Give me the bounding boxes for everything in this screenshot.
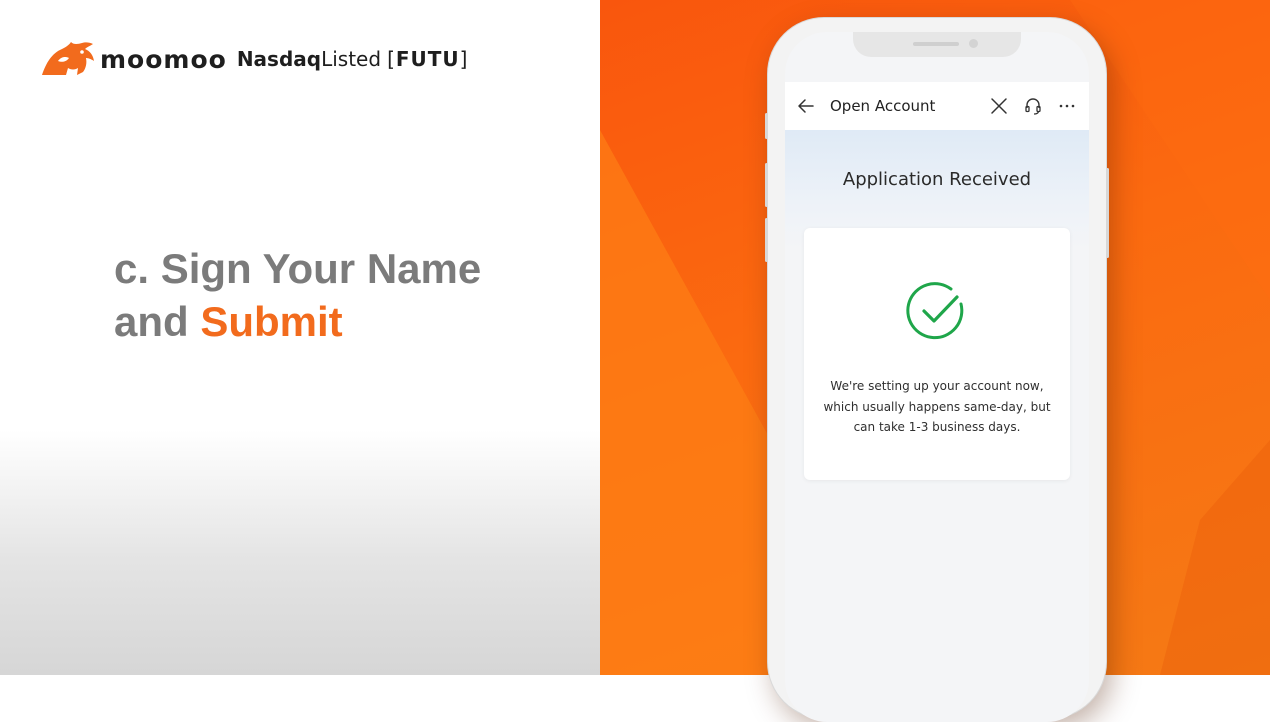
moomoo-logo: moomoo Nasdaq Listed [FUTU]	[38, 38, 468, 80]
close-icon[interactable]	[989, 96, 1009, 116]
speaker	[913, 42, 959, 46]
brand-listed: Listed	[321, 47, 382, 71]
nav-title: Open Account	[830, 97, 936, 115]
headline-line-2: and Submit	[114, 298, 343, 345]
more-horizontal-icon[interactable]	[1057, 96, 1077, 116]
headline-line-1: c. Sign Your Name	[114, 245, 482, 292]
status-message-line: can take 1-3 business days.	[853, 420, 1021, 434]
camera	[969, 39, 978, 48]
headline-accent: Submit	[200, 298, 343, 345]
phone-mockup: Open Account Application Received We're …	[765, 18, 1109, 722]
phone-button	[765, 113, 768, 139]
slide-headline: c. Sign Your Name and Submit	[114, 242, 481, 348]
page-title: Application Received	[842, 169, 1032, 190]
status-message-line: We're setting up your account now,	[830, 379, 1044, 393]
brand-name: moomoo	[100, 44, 227, 74]
arrow-left-icon[interactable]	[796, 96, 816, 116]
slide-panel: moomoo Nasdaq Listed [FUTU] c. Sign Your…	[0, 0, 600, 675]
phone-button	[1106, 168, 1109, 258]
bull-icon	[42, 42, 94, 75]
headset-icon[interactable]	[1023, 96, 1043, 116]
phone-screen: Open Account Application Received We're …	[785, 32, 1089, 722]
check-circle-icon	[906, 282, 964, 340]
brand-exchange: Nasdaq	[236, 47, 322, 71]
status-message-line: which usually happens same-day, but	[823, 399, 1051, 414]
phone-button	[765, 218, 768, 262]
brand-ticker: [FUTU]	[387, 47, 469, 71]
status-message: We're setting up your account now, which…	[814, 376, 1060, 438]
phone-notch	[853, 32, 1021, 57]
phone-button	[765, 163, 768, 207]
status-card: We're setting up your account now, which…	[804, 228, 1070, 480]
nav-bar: Open Account	[785, 82, 1089, 130]
